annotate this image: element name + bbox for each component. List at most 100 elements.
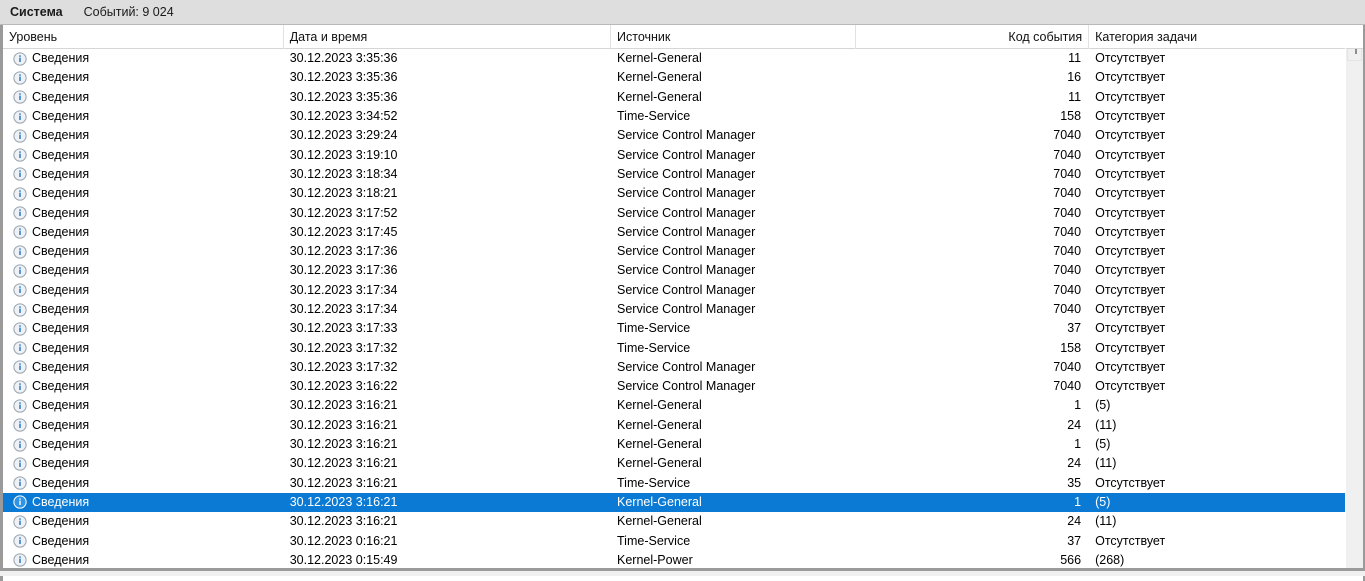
cell-level-label: Сведения xyxy=(32,340,90,355)
table-row[interactable]: Сведения 30.12.2023 3:35:36 Kernel-General… xyxy=(3,49,1345,68)
table-row[interactable]: Сведения 30.12.2023 3:34:52 Time-Service 15… xyxy=(3,107,1345,126)
cell-level: Сведения xyxy=(3,416,284,435)
event-rows: Сведения 30.12.2023 3:35:36 Kernel-General… xyxy=(3,49,1345,568)
cell-level: Сведения xyxy=(3,551,284,568)
cell-source: Service Control Manager xyxy=(617,302,756,316)
table-row[interactable]: Сведения 30.12.2023 3:16:21 Kernel-General… xyxy=(3,416,1345,435)
cell-source: Kernel-General xyxy=(617,514,702,529)
table-row[interactable]: Сведения 30.12.2023 3:29:24 Service Contro… xyxy=(3,126,1345,145)
cell-datetime: 30.12.2023 3:17:33 xyxy=(289,321,398,336)
cell-task-category: Отсутствует xyxy=(1095,166,1166,181)
cell-level-label: Сведения xyxy=(32,302,90,316)
info-icon xyxy=(13,71,27,85)
cell-level-label: Сведения xyxy=(32,514,90,529)
info-icon xyxy=(13,553,27,568)
cell-task-category: Отсутствует xyxy=(1095,186,1166,201)
column-header-event-code[interactable]: Код события xyxy=(856,25,1090,49)
cell-task-category: Отсутствует xyxy=(1095,89,1166,104)
cell-level-label: Сведения xyxy=(32,379,90,394)
table-row[interactable]: Сведения 30.12.2023 3:17:36 Service Contro… xyxy=(3,242,1345,261)
cell-source: Service Control Manager xyxy=(617,224,756,239)
event-list-panel: Уровень Дата и время Источник Код событи… xyxy=(0,25,1365,571)
cell-level-label: Сведения xyxy=(32,263,90,278)
table-row[interactable]: Сведения 30.12.2023 3:19:10 Service Contro… xyxy=(3,145,1345,164)
cell-datetime: 30.12.2023 3:35:36 xyxy=(289,51,398,66)
cell-level: Сведения xyxy=(3,146,284,165)
table-row[interactable]: Сведения 30.12.2023 3:17:52 Service Contro… xyxy=(3,203,1345,222)
cell-task-category: (268) xyxy=(1095,552,1125,567)
cell-datetime: 30.12.2023 3:17:32 xyxy=(289,340,398,355)
cell-task-category: Отсутствует xyxy=(1095,282,1166,297)
info-icon xyxy=(13,90,27,104)
cell-datetime: 30.12.2023 0:16:21 xyxy=(289,533,398,548)
cell-task-category: Отсутствует xyxy=(1095,379,1166,394)
table-row[interactable]: Сведения 30.12.2023 0:15:49 Kernel-Power 56… xyxy=(3,551,1345,568)
table-row[interactable]: Сведения 30.12.2023 3:17:34 Service Contro… xyxy=(3,300,1345,319)
cell-level-label: Сведения xyxy=(32,128,90,143)
cell-event-code: 24 xyxy=(1067,456,1082,471)
info-icon xyxy=(13,341,27,355)
cell-datetime: 30.12.2023 3:16:21 xyxy=(289,437,398,452)
cell-source: Kernel-General xyxy=(617,89,702,104)
table-row[interactable]: Сведения 30.12.2023 3:35:36 Kernel-General… xyxy=(3,68,1345,87)
cell-datetime: 30.12.2023 3:17:32 xyxy=(289,359,398,374)
table-row[interactable]: Сведения 30.12.2023 3:35:36 Kernel-General… xyxy=(3,88,1345,107)
cell-level-label: Сведения xyxy=(32,147,90,162)
cell-source: Time-Service xyxy=(617,533,691,548)
info-icon xyxy=(13,418,27,432)
table-row[interactable]: Сведения 30.12.2023 3:16:21 Kernel-General… xyxy=(3,492,1345,513)
info-icon xyxy=(13,302,27,317)
cell-source: Service Control Manager xyxy=(617,166,756,181)
info-icon xyxy=(13,225,27,239)
cell-event-code: 7040 xyxy=(1053,359,1082,374)
table-row[interactable]: Сведения 30.12.2023 3:18:21 Service Contro… xyxy=(3,184,1345,203)
cell-event-code: 158 xyxy=(1060,340,1082,355)
column-header-level[interactable]: Уровень xyxy=(3,25,284,49)
cell-task-category: (11) xyxy=(1095,514,1117,529)
cell-source: Service Control Manager xyxy=(617,205,756,220)
table-row[interactable]: Сведения 30.12.2023 3:16:21 Time-Service 35… xyxy=(3,474,1345,493)
table-row[interactable]: Сведения 30.12.2023 3:16:21 Kernel-General… xyxy=(3,435,1345,454)
table-row[interactable]: Сведения 30.12.2023 3:17:45 Service Contro… xyxy=(3,223,1345,242)
column-header-task-category[interactable]: Категория задачи xyxy=(1089,25,1345,49)
cell-task-category: (5) xyxy=(1095,398,1111,413)
column-header-datetime[interactable]: Дата и время xyxy=(284,25,611,49)
cell-event-code: 24 xyxy=(1067,514,1082,529)
event-detail-pane xyxy=(0,576,1365,581)
cell-event-code: 1 xyxy=(1074,398,1082,413)
table-row[interactable]: Сведения 30.12.2023 3:17:36 Service Contro… xyxy=(3,261,1345,280)
cell-source: Kernel-General xyxy=(617,398,702,413)
cell-task-category: Отсутствует xyxy=(1095,263,1166,278)
cell-event-code: 7040 xyxy=(1053,205,1082,220)
table-row[interactable]: Сведения 30.12.2023 3:17:34 Service Contro… xyxy=(3,281,1345,300)
cell-level: Сведения xyxy=(3,126,284,145)
cell-datetime: 30.12.2023 3:19:10 xyxy=(289,147,398,162)
table-row[interactable]: Сведения 30.12.2023 3:16:22 Service Contro… xyxy=(3,377,1345,396)
table-row[interactable]: Сведения 30.12.2023 3:16:21 Kernel-General… xyxy=(3,454,1345,473)
table-row[interactable]: Сведения 30.12.2023 3:16:21 Kernel-General… xyxy=(3,512,1345,531)
cell-task-category: (5) xyxy=(1095,437,1111,452)
vertical-scrollbar[interactable] xyxy=(1345,25,1363,568)
cell-task-category: Отсутствует xyxy=(1095,128,1166,143)
table-row[interactable]: Сведения 30.12.2023 0:16:21 Time-Service 37… xyxy=(3,531,1345,550)
cell-level: Сведения xyxy=(3,68,284,87)
cell-level: Сведения xyxy=(3,281,284,300)
table-row[interactable]: Сведения 30.12.2023 3:17:32 Time-Service 15… xyxy=(3,338,1345,357)
table-row[interactable]: Сведения 30.12.2023 3:17:33 Time-Service 37… xyxy=(3,319,1345,338)
table-row[interactable]: Сведения 30.12.2023 3:18:34 Service Contro… xyxy=(3,165,1345,184)
cell-datetime: 30.12.2023 3:17:34 xyxy=(289,282,398,297)
table-row[interactable]: Сведения 30.12.2023 3:17:32 Service Contro… xyxy=(3,358,1345,377)
column-header-source[interactable]: Источник xyxy=(611,25,856,49)
cell-task-category: Отсутствует xyxy=(1095,475,1166,490)
table-row[interactable]: Сведения 30.12.2023 3:16:21 Kernel-General… xyxy=(3,396,1345,415)
info-icon xyxy=(13,515,27,529)
cell-datetime: 30.12.2023 3:17:34 xyxy=(289,302,398,316)
cell-level-label: Сведения xyxy=(32,456,90,471)
cell-task-category: Отсутствует xyxy=(1095,244,1166,259)
cell-event-code: 7040 xyxy=(1053,166,1082,181)
cell-event-code: 37 xyxy=(1067,321,1082,336)
cell-event-code: 16 xyxy=(1067,70,1082,85)
cell-level-label: Сведения xyxy=(32,186,90,201)
cell-event-code: 24 xyxy=(1067,417,1082,432)
cell-level-label: Сведения xyxy=(32,109,90,124)
